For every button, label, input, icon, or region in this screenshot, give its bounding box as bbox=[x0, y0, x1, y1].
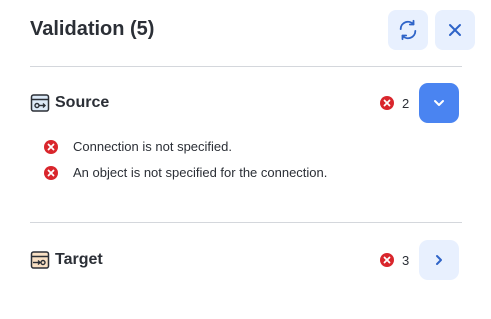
target-object-icon bbox=[30, 251, 50, 269]
list-item: An object is not specified for the conne… bbox=[44, 164, 464, 190]
divider bbox=[30, 66, 462, 67]
refresh-icon bbox=[399, 19, 417, 41]
source-error-count-value: 2 bbox=[402, 95, 410, 111]
close-button[interactable] bbox=[435, 10, 475, 50]
list-item: Connection is not specified. bbox=[44, 138, 464, 164]
error-x-icon bbox=[380, 253, 394, 267]
chevron-down-icon bbox=[434, 100, 444, 106]
error-x-icon bbox=[44, 140, 58, 154]
error-x-icon bbox=[380, 96, 394, 110]
source-collapse-button[interactable] bbox=[419, 83, 459, 123]
source-error-count: 2 bbox=[380, 95, 409, 111]
error-x-icon bbox=[44, 166, 58, 180]
panel-title: Validation (5) bbox=[30, 18, 155, 40]
divider bbox=[30, 222, 462, 223]
refresh-button[interactable] bbox=[388, 10, 428, 50]
source-error-list: Connection is not specified. An object i… bbox=[44, 138, 464, 190]
error-message: An object is not specified for the conne… bbox=[73, 165, 328, 180]
source-section-label: Source bbox=[55, 94, 110, 111]
source-object-icon bbox=[30, 94, 50, 112]
error-message: Connection is not specified. bbox=[73, 139, 232, 154]
target-error-count-value: 3 bbox=[402, 252, 410, 268]
target-expand-button[interactable] bbox=[419, 240, 459, 280]
target-section-label: Target bbox=[55, 251, 103, 268]
close-icon bbox=[449, 24, 461, 36]
target-section-header[interactable]: Target 3 bbox=[30, 240, 460, 280]
chevron-right-icon bbox=[436, 255, 442, 265]
panel-header: Validation (5) bbox=[30, 10, 475, 50]
source-section-header[interactable]: Source 2 bbox=[30, 83, 460, 123]
target-error-count: 3 bbox=[380, 252, 409, 268]
